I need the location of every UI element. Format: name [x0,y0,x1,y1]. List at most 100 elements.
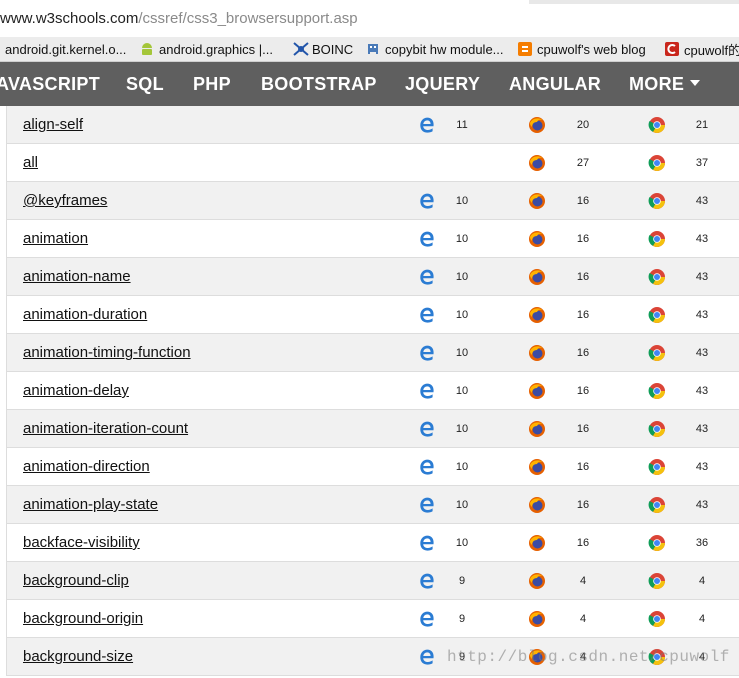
table-row: all 27 37 [6,144,739,182]
bookmark-label: BOINC [312,41,354,57]
table-row: backface-visibility 10 16 36 [6,524,739,562]
firefox-version: 16 [576,233,590,245]
firefox-version: 20 [576,119,590,131]
chrome-version: 43 [695,271,709,283]
edge-icon [418,420,436,438]
bookmark-cpuwolf-csdn[interactable]: cpuwolf的 [665,37,739,61]
edge-version: 11 [456,119,468,131]
property-link[interactable]: background-origin [23,600,143,638]
firefox-icon [528,230,546,248]
bookmark-cpuwolf-blog[interactable]: cpuwolf's web blog [518,37,646,61]
property-link[interactable]: animation-delay [23,372,129,410]
bookmark-android-graphics[interactable]: android.graphics |... [140,37,273,61]
csdn-icon [665,42,679,56]
edge-icon [418,116,436,134]
bookmark-label: cpuwolf的 [684,42,739,58]
table-row: background-clip 9 4 4 [6,562,739,600]
chrome-version: 36 [695,537,709,549]
edge-version: 10 [455,347,469,359]
firefox-version: 16 [576,347,590,359]
top-nav: AVASCRIPT SQL PHP BOOTSTRAP JQUERY ANGUL… [0,62,739,106]
nav-angular[interactable]: ANGULAR [509,62,601,106]
edge-icon [418,344,436,362]
chrome-version: 4 [698,575,706,587]
table-row: align-self 11 20 21 [6,106,739,144]
property-link[interactable]: animation-timing-function [23,334,191,372]
url-text[interactable]: www.w3schools.com/cssref/css3_browsersup… [0,10,358,27]
firefox-version: 27 [576,157,590,169]
chrome-icon [648,496,666,514]
edge-icon [418,306,436,324]
chrome-version: 43 [695,499,709,511]
edge-version: 9 [458,575,466,587]
property-link[interactable]: background-clip [23,562,129,600]
table-row: animation 10 16 43 [6,220,739,258]
bookmark-android-git[interactable]: android.git.kernel.o... [0,37,126,61]
property-link[interactable]: @keyframes [23,182,107,220]
firefox-version: 4 [579,613,587,625]
edge-icon [418,382,436,400]
chrome-icon [648,610,666,628]
table-row: background-origin 9 4 4 [6,600,739,638]
edge-version: 10 [455,385,469,397]
chrome-version: 43 [695,233,709,245]
table-row: animation-direction 10 16 43 [6,448,739,486]
firefox-version: 16 [576,385,590,397]
edge-icon [418,572,436,590]
property-link[interactable]: animation-duration [23,296,147,334]
nav-javascript[interactable]: AVASCRIPT [0,62,100,106]
firefox-icon [528,496,546,514]
chrome-version: 43 [695,347,709,359]
property-link[interactable]: animation-name [23,258,131,296]
firefox-icon [528,192,546,210]
chrome-icon [648,458,666,476]
property-link[interactable]: background-size [23,638,133,676]
chrome-version: 4 [698,613,706,625]
firefox-icon [528,610,546,628]
property-link[interactable]: all [23,144,38,182]
chrome-icon [648,116,666,134]
chrome-icon [648,420,666,438]
watermark: http://blog.csdn.net/cpuwolf [447,648,730,666]
firefox-icon [528,268,546,286]
chrome-version: 43 [695,385,709,397]
bookmarks-bar: android.git.kernel.o... android.graphics… [0,37,739,62]
edge-icon [418,230,436,248]
firefox-version: 16 [576,499,590,511]
table-row: @keyframes 10 16 43 [6,182,739,220]
chrome-version: 43 [695,195,709,207]
bookmark-boinc[interactable]: BOINC [293,37,353,61]
nav-jquery[interactable]: JQUERY [405,62,480,106]
chrome-version: 43 [695,309,709,321]
nav-bootstrap[interactable]: BOOTSTRAP [261,62,377,106]
chrome-version: 43 [695,461,709,473]
edge-icon [418,192,436,210]
edge-icon [418,458,436,476]
chrome-icon [648,344,666,362]
firefox-version: 16 [576,537,590,549]
nav-more[interactable]: MORE [629,62,701,106]
chrome-icon [648,534,666,552]
firefox-icon [528,572,546,590]
table-row: animation-delay 10 16 43 [6,372,739,410]
blogger-icon [518,42,532,56]
property-link[interactable]: animation-play-state [23,486,158,524]
bookmark-copybit[interactable]: copybit hw module... [366,37,504,61]
property-link[interactable]: align-self [23,106,83,144]
table-row: animation-name 10 16 43 [6,258,739,296]
chrome-icon [648,306,666,324]
firefox-version: 4 [579,575,587,587]
bookmark-label: copybit hw module... [385,41,504,57]
property-link[interactable]: animation-direction [23,448,150,486]
nav-php[interactable]: PHP [193,62,231,106]
chrome-icon [648,192,666,210]
property-link[interactable]: animation [23,220,88,258]
firefox-icon [528,306,546,324]
edge-version: 10 [455,499,469,511]
property-link[interactable]: animation-iteration-count [23,410,188,448]
address-bar[interactable]: www.w3schools.com/cssref/css3_browsersup… [0,0,739,38]
bookmark-label: cpuwolf's web blog [537,41,646,57]
edge-version: 10 [455,271,469,283]
nav-sql[interactable]: SQL [126,62,164,106]
property-link[interactable]: backface-visibility [23,524,140,562]
